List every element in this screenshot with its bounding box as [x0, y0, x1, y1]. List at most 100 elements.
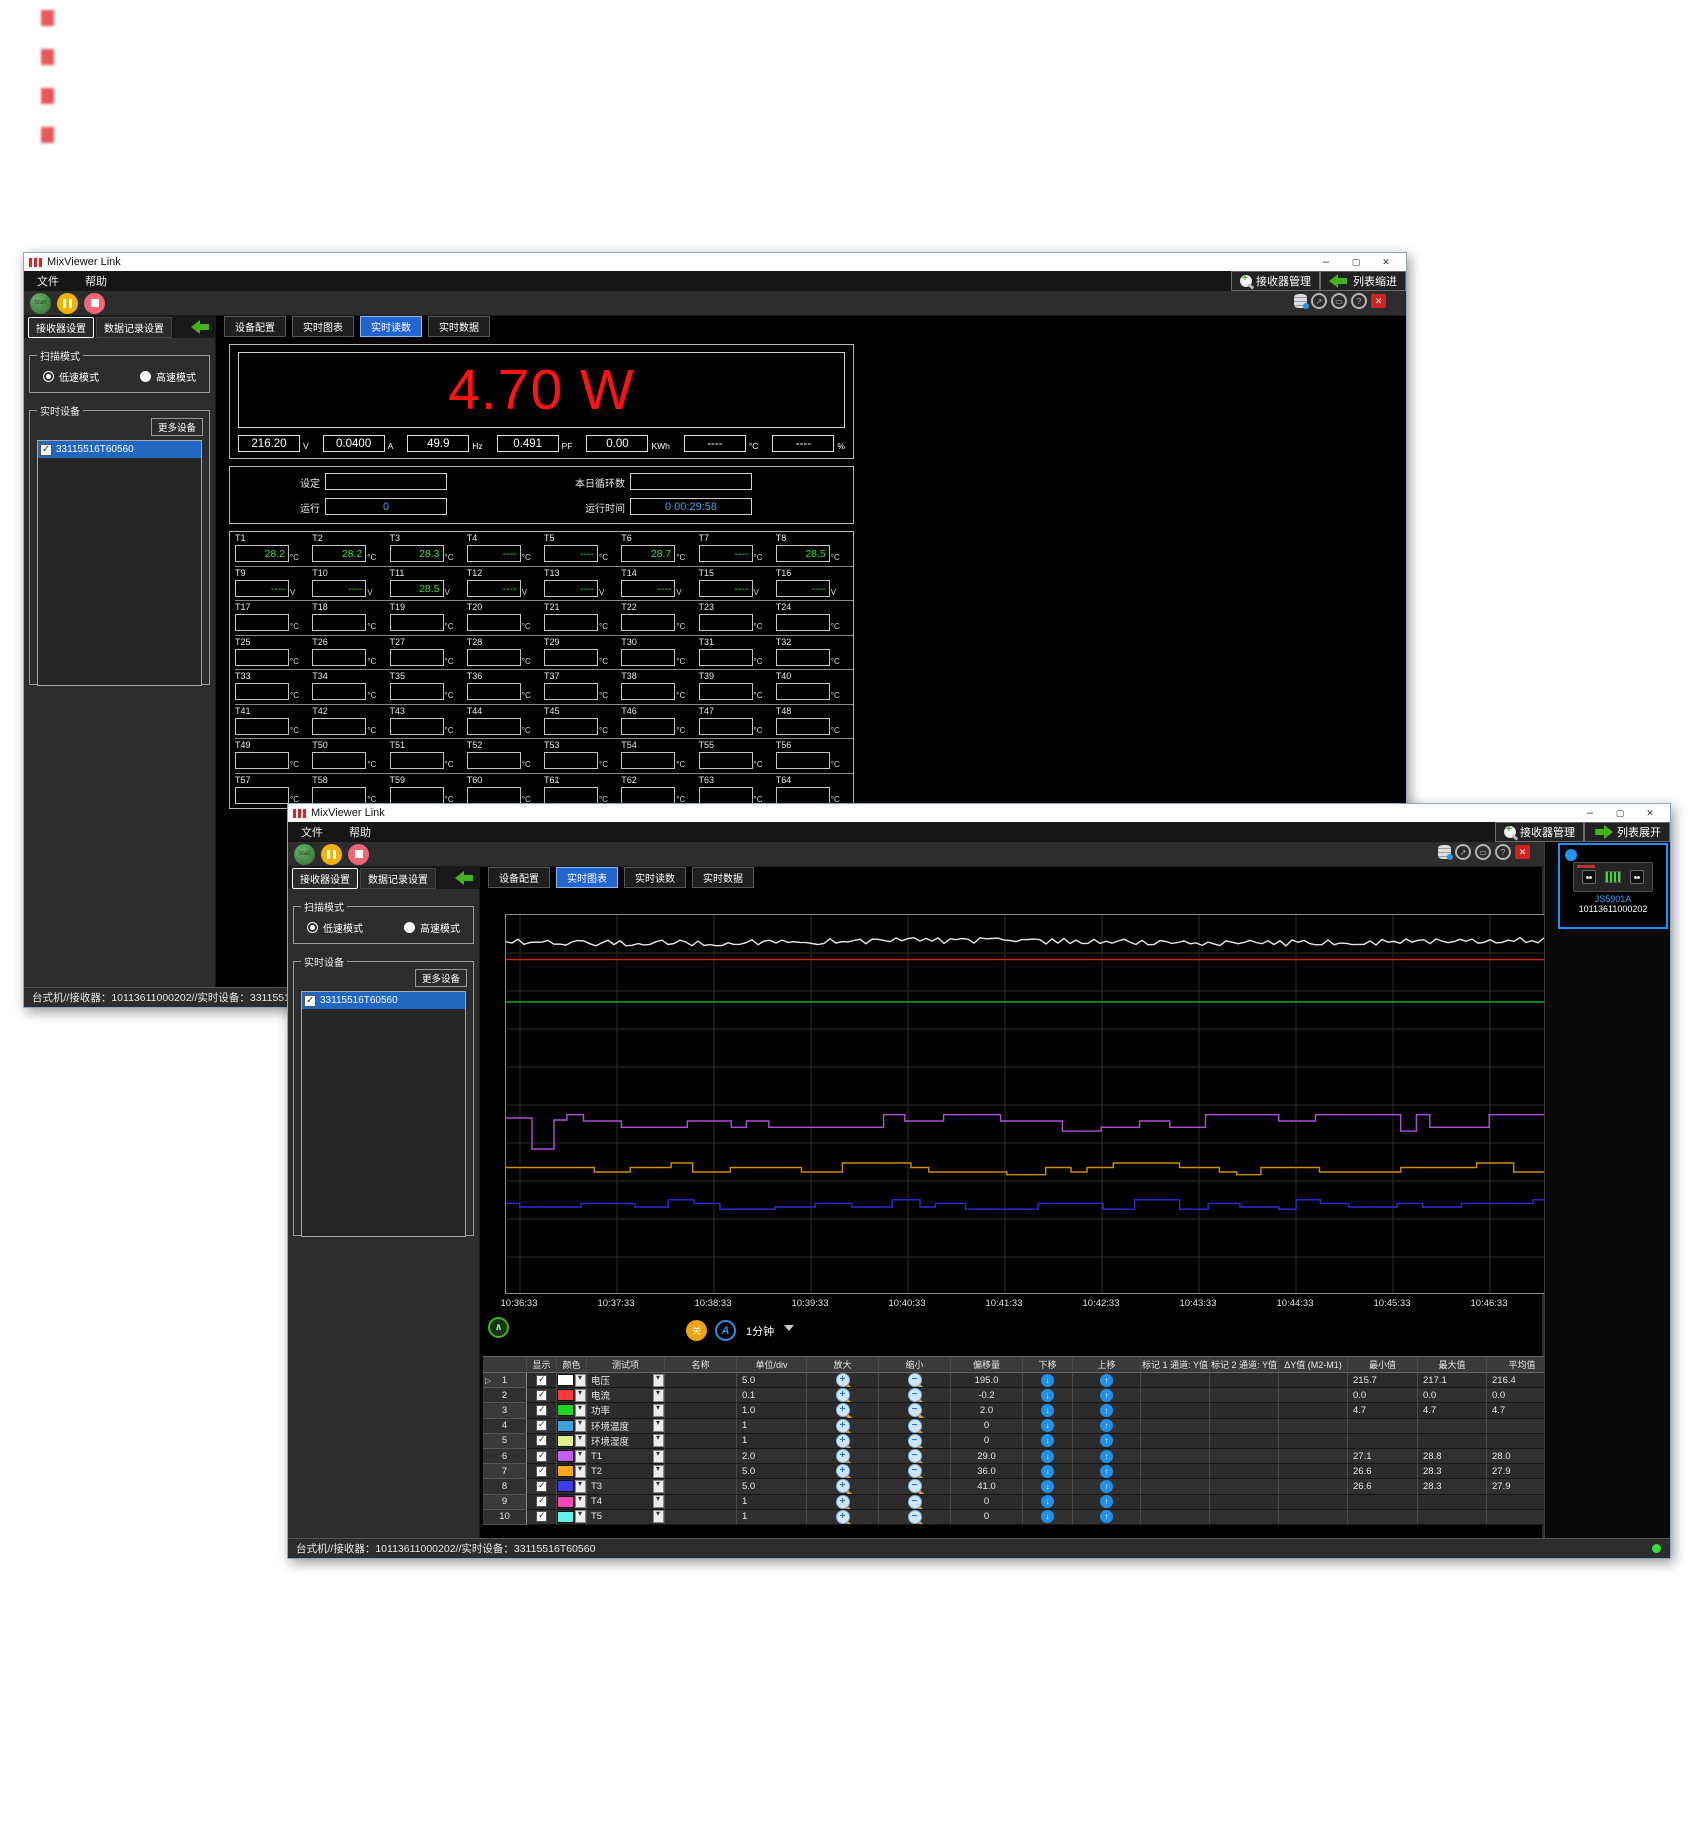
- zoom-in-icon[interactable]: [836, 1388, 850, 1402]
- tab-datalog-settings[interactable]: 数据记录设置: [360, 868, 436, 889]
- zoom-out-icon[interactable]: [908, 1510, 922, 1524]
- more-devices-button[interactable]: 更多设备: [151, 418, 203, 436]
- offset-cell[interactable]: 0: [951, 1495, 1023, 1510]
- offset-cell[interactable]: 29.0: [951, 1449, 1023, 1464]
- close-red-icon[interactable]: [1515, 845, 1530, 859]
- offset-cell[interactable]: 0: [951, 1434, 1023, 1449]
- pause-button[interactable]: [57, 293, 78, 314]
- sidebar-collapse-icon[interactable]: [455, 871, 475, 885]
- name-cell[interactable]: [665, 1419, 737, 1434]
- unit-per-div-cell[interactable]: 1: [737, 1510, 807, 1525]
- name-cell[interactable]: [665, 1434, 737, 1449]
- device-list-item[interactable]: 33115516T60560: [302, 992, 465, 1009]
- cycles-field[interactable]: [630, 473, 752, 490]
- database-icon[interactable]: [1294, 294, 1307, 308]
- offset-cell[interactable]: 36.0: [951, 1464, 1023, 1479]
- move-down-icon[interactable]: [1041, 1404, 1054, 1417]
- unit-per-div-cell[interactable]: 5.0: [737, 1464, 807, 1479]
- color-dropdown-icon[interactable]: [575, 1480, 586, 1493]
- test-item-cell[interactable]: 电压: [587, 1373, 665, 1388]
- zoom-out-icon[interactable]: [908, 1419, 922, 1433]
- row-number[interactable]: 2: [483, 1388, 527, 1403]
- minimize-icon[interactable]: [1575, 807, 1605, 819]
- show-checkbox[interactable]: [536, 1496, 547, 1507]
- maximize-icon[interactable]: [1341, 256, 1371, 268]
- compose-icon[interactable]: ↗: [1455, 844, 1471, 860]
- test-item-cell[interactable]: 环境温度: [587, 1419, 665, 1434]
- row-number[interactable]: 9: [483, 1495, 527, 1510]
- tab-receiver-settings[interactable]: 接收器设置: [28, 317, 94, 338]
- row-number[interactable]: 4: [483, 1419, 527, 1434]
- item-dropdown-icon[interactable]: [653, 1510, 664, 1523]
- offset-cell[interactable]: 41.0: [951, 1479, 1023, 1494]
- device-checkbox[interactable]: [40, 444, 52, 456]
- zoom-out-icon[interactable]: [908, 1495, 922, 1509]
- interval-label[interactable]: 1分钟: [746, 1323, 774, 1339]
- device-list-item[interactable]: 33115516T60560: [38, 441, 201, 458]
- show-checkbox[interactable]: [536, 1390, 547, 1401]
- zoom-in-icon[interactable]: [836, 1419, 850, 1433]
- move-down-icon[interactable]: [1041, 1450, 1054, 1463]
- list-expand-button[interactable]: 列表展开: [1584, 822, 1670, 842]
- item-dropdown-icon[interactable]: [653, 1465, 664, 1478]
- unit-per-div-cell[interactable]: 1: [737, 1419, 807, 1434]
- color-dropdown-icon[interactable]: [575, 1510, 586, 1523]
- close-red-icon[interactable]: [1371, 294, 1386, 308]
- scroll-up-button[interactable]: ∧: [488, 1317, 509, 1338]
- minimize-icon[interactable]: [1311, 256, 1341, 268]
- move-down-icon[interactable]: [1041, 1374, 1054, 1387]
- zoom-out-icon[interactable]: [908, 1388, 922, 1402]
- item-dropdown-icon[interactable]: [653, 1434, 664, 1447]
- tab-实时读数[interactable]: 实时读数: [624, 867, 686, 888]
- close-icon[interactable]: [1371, 256, 1401, 268]
- tab-datalog-settings[interactable]: 数据记录设置: [96, 317, 172, 338]
- receiver-card[interactable]: JS5901A 10113611000202: [1558, 843, 1668, 929]
- menu-file[interactable]: 文件: [288, 824, 336, 840]
- move-down-icon[interactable]: [1041, 1419, 1054, 1432]
- help-icon[interactable]: ?: [1351, 293, 1367, 309]
- unit-per-div-cell[interactable]: 1: [737, 1495, 807, 1510]
- move-down-icon[interactable]: [1041, 1389, 1054, 1402]
- titlebar[interactable]: MixViewer Link: [24, 253, 1406, 271]
- color-swatch[interactable]: [557, 1435, 574, 1447]
- item-dropdown-icon[interactable]: [653, 1480, 664, 1493]
- item-dropdown-icon[interactable]: [653, 1374, 664, 1387]
- name-cell[interactable]: [665, 1495, 737, 1510]
- test-item-cell[interactable]: 电流: [587, 1388, 665, 1403]
- name-cell[interactable]: [665, 1388, 737, 1403]
- name-cell[interactable]: [665, 1373, 737, 1388]
- auto-scale-button[interactable]: A: [715, 1320, 736, 1341]
- color-dropdown-icon[interactable]: [575, 1495, 586, 1508]
- unit-per-div-cell[interactable]: 5.0: [737, 1479, 807, 1494]
- show-checkbox[interactable]: [536, 1451, 547, 1462]
- sidebar-collapse-icon[interactable]: [191, 320, 211, 334]
- color-swatch[interactable]: [557, 1450, 574, 1462]
- receiver-manager-button[interactable]: 接收器管理: [1231, 271, 1320, 291]
- zoom-out-icon[interactable]: [908, 1464, 922, 1478]
- titlebar[interactable]: MixViewer Link: [288, 804, 1670, 822]
- color-dropdown-icon[interactable]: [575, 1434, 586, 1447]
- move-up-icon[interactable]: [1100, 1434, 1113, 1447]
- zoom-in-icon[interactable]: [836, 1403, 850, 1417]
- test-item-cell[interactable]: T5: [587, 1510, 665, 1525]
- item-dropdown-icon[interactable]: [653, 1404, 664, 1417]
- move-down-icon[interactable]: [1041, 1495, 1054, 1508]
- show-checkbox[interactable]: [536, 1466, 547, 1477]
- tab-实时数据[interactable]: 实时数据: [692, 867, 754, 888]
- show-checkbox[interactable]: [536, 1435, 547, 1446]
- move-down-icon[interactable]: [1041, 1510, 1054, 1523]
- list-collapse-button[interactable]: 列表缩进: [1320, 271, 1406, 291]
- interval-dropdown-icon[interactable]: [784, 1325, 794, 1331]
- offset-cell[interactable]: -0.2: [951, 1388, 1023, 1403]
- zoom-out-icon[interactable]: [908, 1403, 922, 1417]
- item-dropdown-icon[interactable]: [653, 1450, 664, 1463]
- row-number[interactable]: 7: [483, 1464, 527, 1479]
- test-item-cell[interactable]: T2: [587, 1464, 665, 1479]
- zoom-in-icon[interactable]: [836, 1373, 850, 1387]
- color-swatch[interactable]: [557, 1465, 574, 1477]
- color-swatch[interactable]: [557, 1496, 574, 1508]
- pause-button[interactable]: [321, 844, 342, 865]
- color-dropdown-icon[interactable]: [575, 1389, 586, 1402]
- device-list[interactable]: 33115516T60560: [301, 991, 466, 1237]
- move-up-icon[interactable]: [1100, 1450, 1113, 1463]
